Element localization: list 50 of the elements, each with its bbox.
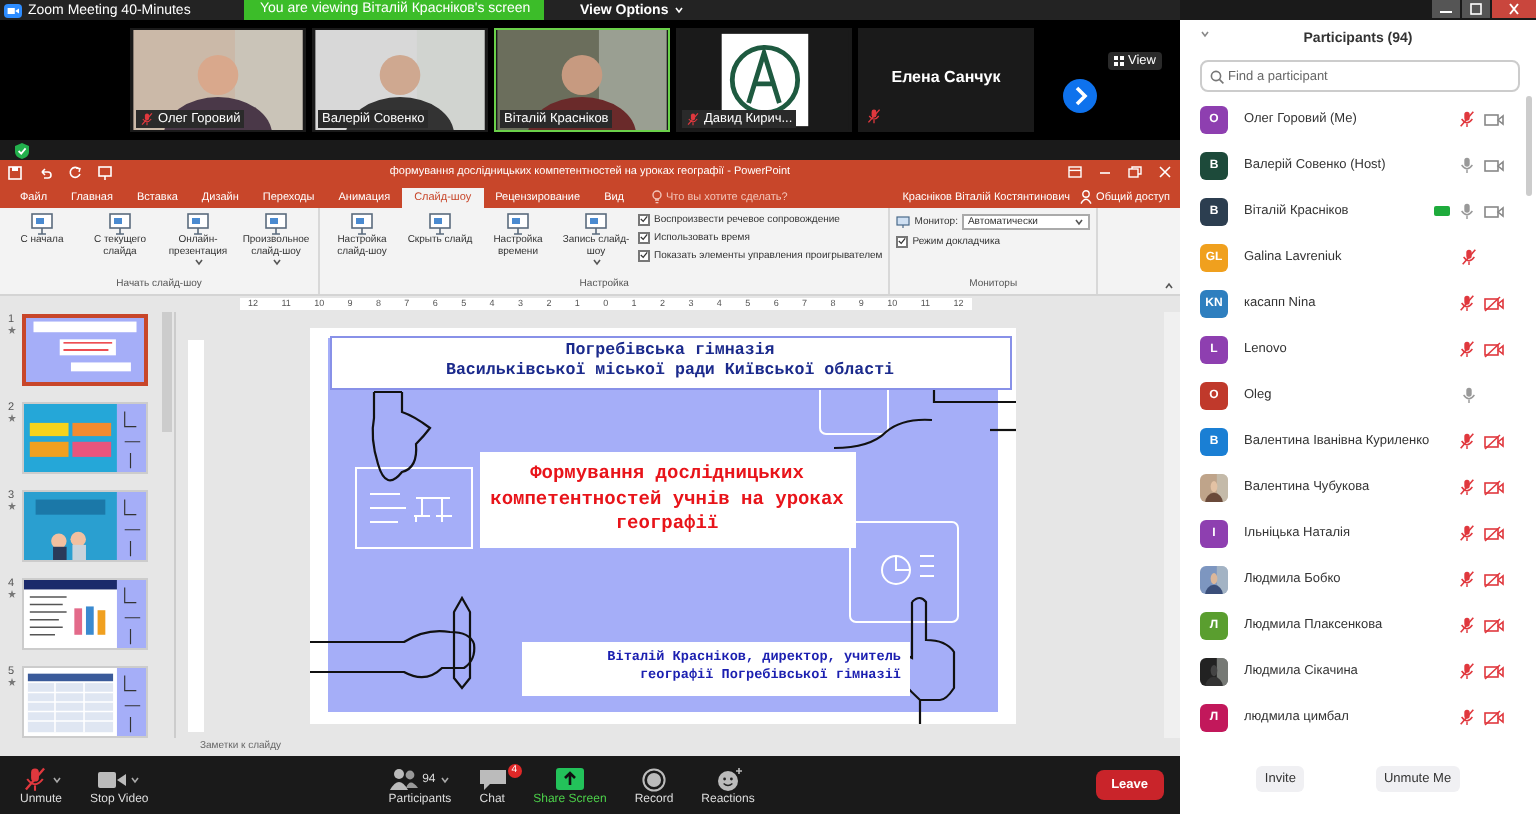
slide-thumbnail[interactable]	[22, 313, 148, 386]
checkbox[interactable]	[638, 249, 650, 262]
chat-icon	[479, 767, 506, 791]
monitor-icon	[896, 215, 911, 228]
caret-icon[interactable]	[51, 775, 61, 783]
star-icon	[7, 589, 15, 598]
caret-icon[interactable]	[130, 775, 141, 783]
close-icon[interactable]	[1492, 0, 1536, 18]
ribbon-display-icon[interactable]	[1068, 166, 1082, 179]
caret-icon[interactable]	[1164, 281, 1174, 290]
camera-icon	[98, 769, 127, 789]
participant-name: Елена Санчук	[889, 68, 1003, 86]
star-icon	[7, 501, 15, 510]
redo-icon[interactable]	[68, 165, 82, 180]
person-icon	[1080, 190, 1093, 205]
undo-icon[interactable]	[38, 165, 52, 180]
slide-title: Формування дослідницьких компетентностей учнів на уроках географії	[479, 451, 855, 548]
save-icon[interactable]	[8, 165, 22, 180]
caret-icon[interactable]	[439, 775, 450, 783]
next-page-icon[interactable]	[1062, 78, 1098, 114]
star-icon	[7, 677, 15, 686]
grid-icon	[1114, 56, 1124, 66]
scrollbar[interactable]	[1164, 311, 1180, 738]
shield-icon[interactable]	[14, 141, 30, 159]
checkbox[interactable]	[638, 213, 650, 226]
minimize-icon[interactable]	[1432, 0, 1460, 18]
people-icon	[390, 768, 419, 790]
caret-icon[interactable]	[591, 258, 601, 267]
restore-icon[interactable]	[1462, 0, 1490, 18]
scrollbar[interactable]	[162, 311, 172, 432]
camera-icon	[4, 3, 22, 17]
caret-icon[interactable]	[271, 258, 281, 267]
minimize-icon[interactable]	[1098, 166, 1112, 179]
scrollbar[interactable]	[1526, 96, 1532, 196]
checkbox[interactable]	[896, 235, 909, 248]
star-icon	[7, 413, 15, 422]
lightbulb-icon	[652, 190, 663, 205]
restore-icon[interactable]	[1128, 166, 1142, 179]
share-screen-icon	[555, 768, 584, 790]
muted-mic-icon	[21, 766, 47, 792]
close-icon[interactable]	[1158, 166, 1172, 179]
slide-heading: Погребівська гімназія	[565, 341, 775, 362]
caret-icon[interactable]	[1073, 217, 1084, 226]
slide-heading: Васильківської міської ради Київської області	[445, 362, 895, 384]
checkbox[interactable]	[638, 231, 650, 244]
caret-icon[interactable]	[193, 258, 203, 267]
slideshow-icon[interactable]	[98, 165, 112, 180]
smiley-icon	[715, 767, 742, 791]
record-icon	[642, 767, 666, 791]
star-icon	[7, 325, 15, 334]
